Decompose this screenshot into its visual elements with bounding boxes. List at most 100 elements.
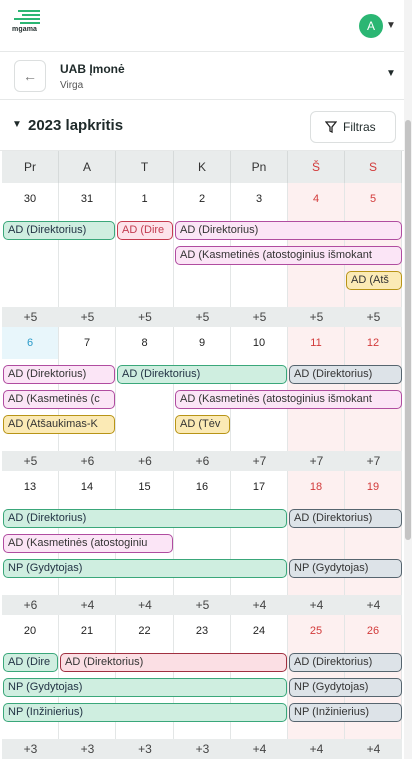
day-number[interactable]: 24: [231, 615, 287, 647]
more-events-link[interactable]: +7: [231, 451, 288, 471]
chevron-down-icon[interactable]: ▼: [12, 119, 22, 130]
company-subtitle: Virga: [60, 80, 84, 91]
calendar-event[interactable]: AD (Kasmetinės (atostoginius išmokant: [175, 390, 402, 409]
calendar-event[interactable]: AD (Direktorius): [289, 509, 402, 528]
calendar-event[interactable]: NP (Inžinierius): [3, 703, 287, 722]
day-number[interactable]: 11: [288, 327, 344, 359]
more-events-link[interactable]: +4: [288, 595, 345, 615]
back-button[interactable]: ←: [14, 60, 46, 92]
day-number[interactable]: 15: [116, 471, 173, 503]
more-events-link[interactable]: +5: [345, 307, 402, 327]
weekday-2: A: [59, 151, 116, 183]
more-events-link[interactable]: +3: [116, 739, 174, 759]
month-title[interactable]: 2023 lapkritis: [28, 117, 123, 134]
user-avatar[interactable]: A: [359, 14, 383, 38]
day-number[interactable]: 20: [2, 615, 58, 647]
scrollbar-thumb[interactable]: [405, 120, 411, 540]
more-events-link[interactable]: +6: [2, 595, 59, 615]
day-number[interactable]: 30: [2, 183, 58, 215]
day-number[interactable]: 26: [345, 615, 401, 647]
day-number[interactable]: 31: [59, 183, 115, 215]
day-number[interactable]: 4: [288, 183, 344, 215]
calendar-event[interactable]: AD (Direktorius): [175, 221, 402, 240]
day-number[interactable]: 5: [345, 183, 401, 215]
day-number[interactable]: 8: [116, 327, 173, 359]
day-number[interactable]: 21: [59, 615, 115, 647]
calendar-event[interactable]: AD (Direktorius): [289, 653, 402, 672]
more-events-link[interactable]: +5: [174, 595, 231, 615]
calendar-event[interactable]: NP (Gydytojas): [3, 559, 287, 578]
more-events-link[interactable]: +4: [345, 739, 402, 759]
company-selector[interactable]: ← UAB Įmonė Virga ▼: [0, 52, 412, 100]
day-number[interactable]: 22: [116, 615, 173, 647]
day-number[interactable]: 6: [2, 327, 58, 359]
logo-mark-icon: [12, 10, 44, 24]
more-events-link[interactable]: +4: [231, 739, 288, 759]
weekday-5: Pn: [231, 151, 288, 183]
calendar-event[interactable]: NP (Gydytojas): [289, 559, 402, 578]
day-number[interactable]: 17: [231, 471, 287, 503]
calendar-event[interactable]: AD (Dire: [3, 653, 58, 672]
more-events-link[interactable]: +5: [231, 307, 288, 327]
chevron-down-icon[interactable]: ▼: [386, 20, 396, 31]
day-number[interactable]: 7: [59, 327, 115, 359]
calendar-event[interactable]: AD (Kasmetinės (atostoginiu: [3, 534, 173, 553]
calendar-event[interactable]: AD (Direktorius): [3, 221, 115, 240]
calendar-event[interactable]: AD (Direktorius): [289, 365, 402, 384]
day-number[interactable]: 19: [345, 471, 401, 503]
weekday-6: Š: [288, 151, 345, 183]
calendar-event[interactable]: NP (Gydytojas): [3, 678, 287, 697]
day-number[interactable]: 13: [2, 471, 58, 503]
calendar-event[interactable]: AD (Dire: [117, 221, 173, 240]
more-events-link[interactable]: +7: [288, 451, 345, 471]
day-number[interactable]: 18: [288, 471, 344, 503]
chevron-down-icon[interactable]: ▼: [386, 68, 396, 79]
more-events-link[interactable]: +5: [288, 307, 345, 327]
day-number[interactable]: 10: [231, 327, 287, 359]
more-events-link[interactable]: +4: [231, 595, 288, 615]
more-events-link[interactable]: +6: [116, 451, 174, 471]
calendar-event[interactable]: AD (Direktorius): [117, 365, 287, 384]
day-number[interactable]: 9: [174, 327, 230, 359]
day-number[interactable]: 2: [174, 183, 230, 215]
day-number[interactable]: 25: [288, 615, 344, 647]
more-events-link[interactable]: +4: [59, 595, 116, 615]
more-events-link[interactable]: +4: [116, 595, 174, 615]
filter-button[interactable]: Filtras: [310, 111, 396, 143]
company-name: UAB Įmonė: [60, 62, 125, 76]
calendar-event[interactable]: AD (Direktorius): [60, 653, 287, 672]
more-events-link[interactable]: +5: [174, 307, 231, 327]
mgama-logo[interactable]: mgama: [12, 10, 44, 42]
day-number[interactable]: 3: [231, 183, 287, 215]
calendar-event[interactable]: AD (Kasmetinės (c: [3, 390, 115, 409]
day-number[interactable]: 12: [345, 327, 401, 359]
month-header: ▼ 2023 lapkritis Filtras: [0, 101, 412, 151]
calendar-event[interactable]: AD (Atšaukimas-K: [3, 415, 115, 434]
day-number[interactable]: 23: [174, 615, 230, 647]
more-events-link[interactable]: +5: [2, 451, 59, 471]
day-number[interactable]: 1: [116, 183, 173, 215]
more-events-link[interactable]: +6: [59, 451, 116, 471]
more-events-link[interactable]: +3: [59, 739, 116, 759]
day-number[interactable]: 16: [174, 471, 230, 503]
calendar-event[interactable]: NP (Inžinierius): [289, 703, 402, 722]
calendar-event[interactable]: AD (Kasmetinės (atostoginius išmokant: [175, 246, 402, 265]
more-events-link[interactable]: +7: [345, 451, 402, 471]
arrow-left-icon: ←: [23, 68, 37, 84]
more-events-link[interactable]: +4: [288, 739, 345, 759]
calendar-event[interactable]: AD (Tėv: [175, 415, 230, 434]
calendar-event[interactable]: AD (Direktorius): [3, 365, 115, 384]
day-number[interactable]: 14: [59, 471, 115, 503]
more-events-link[interactable]: +4: [345, 595, 402, 615]
more-events-link[interactable]: +6: [174, 451, 231, 471]
more-events-link[interactable]: +5: [116, 307, 174, 327]
filter-icon: [325, 121, 337, 133]
more-events-link[interactable]: +3: [174, 739, 231, 759]
calendar-event[interactable]: AD (Atš: [346, 271, 402, 290]
top-bar: mgama A ▼: [0, 0, 412, 52]
calendar-event[interactable]: NP (Gydytojas): [289, 678, 402, 697]
more-events-link[interactable]: +5: [2, 307, 59, 327]
more-events-link[interactable]: +3: [2, 739, 59, 759]
more-events-link[interactable]: +5: [59, 307, 116, 327]
calendar-event[interactable]: AD (Direktorius): [3, 509, 287, 528]
